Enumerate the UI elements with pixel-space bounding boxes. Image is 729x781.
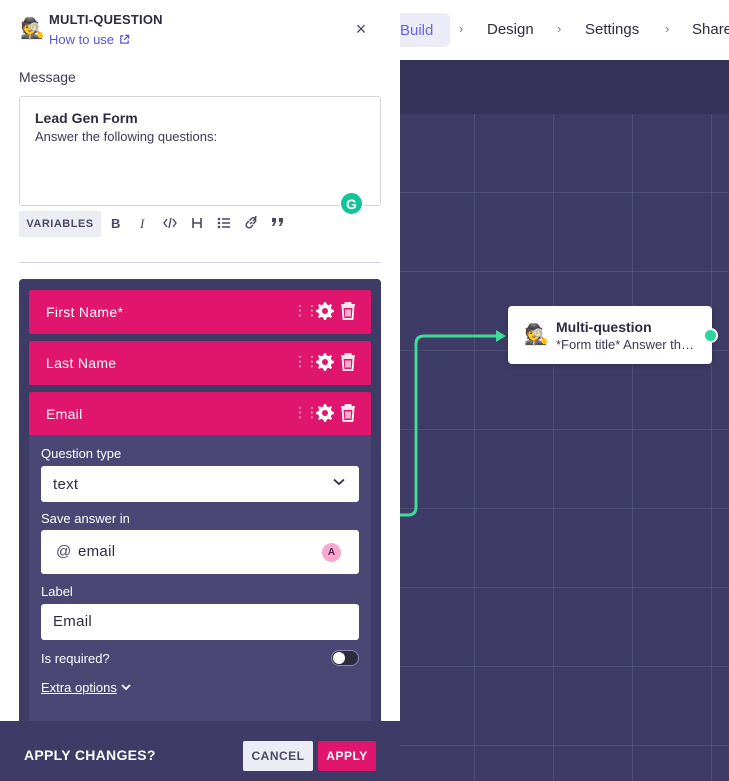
- close-icon[interactable]: ×: [352, 20, 370, 38]
- question-item-selected[interactable]: Email ⋮⋮: [29, 392, 371, 436]
- required-label: Is required?: [41, 651, 110, 666]
- divider: [19, 262, 381, 263]
- save-answer-variable[interactable]: @ email A: [41, 530, 359, 574]
- apply-changes-prompt: APPLY CHANGES?: [24, 747, 156, 763]
- nav-tab-settings[interactable]: Settings: [585, 21, 639, 38]
- question-item[interactable]: Last Name ⋮⋮: [29, 341, 371, 385]
- extra-options-toggle[interactable]: Extra options: [41, 680, 131, 695]
- chevron-down-icon: [333, 478, 345, 486]
- question-type-select[interactable]: text: [41, 466, 359, 502]
- chevron-down-icon: [121, 684, 131, 691]
- external-link-icon: [120, 34, 130, 44]
- label-input[interactable]: Email: [41, 604, 359, 640]
- detective-icon: 🕵: [524, 324, 549, 346]
- question-list: First Name* ⋮⋮ Last Name ⋮⋮ Email ⋮⋮ Que…: [19, 279, 381, 739]
- how-to-use-label: How to use: [49, 32, 115, 47]
- panel-title: MULTI-QUESTION: [49, 12, 163, 27]
- canvas-header: [400, 60, 729, 114]
- required-toggle[interactable]: [331, 650, 359, 666]
- label-field-label: Label: [41, 584, 73, 599]
- node-output-handle[interactable]: [703, 328, 718, 343]
- at-icon: @: [56, 543, 72, 560]
- question-settings: Question type text Save answer in @ emai…: [29, 435, 371, 725]
- drag-handle-icon[interactable]: ⋮⋮: [293, 404, 319, 421]
- question-type-label: Question type: [41, 446, 122, 461]
- editor-title: Lead Gen Form: [35, 110, 138, 126]
- variable-type-badge: A: [322, 543, 341, 562]
- quote-icon[interactable]: [271, 217, 285, 228]
- apply-changes-bar: APPLY CHANGES? CANCEL APPLY: [0, 721, 400, 781]
- nav-separator: ›: [557, 21, 562, 36]
- heading-icon[interactable]: [191, 217, 203, 229]
- variable-name: email: [78, 543, 116, 560]
- bold-icon[interactable]: B: [111, 216, 120, 231]
- question-type-value: text: [53, 476, 79, 493]
- detective-icon: 🕵: [20, 18, 45, 40]
- message-label: Message: [19, 69, 76, 85]
- drag-handle-icon[interactable]: ⋮⋮: [293, 302, 319, 319]
- toggle-knob: [333, 652, 345, 664]
- apply-button[interactable]: APPLY: [318, 741, 376, 771]
- label-input-value: Email: [53, 613, 93, 630]
- nav-tab-design[interactable]: Design: [487, 21, 534, 38]
- list-icon[interactable]: [217, 216, 231, 230]
- variables-button[interactable]: VARIABLES: [19, 211, 101, 237]
- link-icon[interactable]: [244, 216, 258, 230]
- extra-options-label: Extra options: [41, 680, 117, 695]
- nav-tab-share[interactable]: Share: [692, 21, 729, 38]
- trash-icon[interactable]: [340, 353, 356, 371]
- question-label: Email: [46, 406, 83, 422]
- question-label: First Name*: [46, 304, 124, 320]
- editor-body: Answer the following questions:: [35, 129, 218, 144]
- question-label: Last Name: [46, 355, 117, 371]
- grammarly-icon[interactable]: G: [339, 191, 364, 216]
- how-to-use-link[interactable]: How to use: [49, 32, 130, 47]
- panel-header: 🕵 MULTI-QUESTION How to use ×: [0, 0, 400, 60]
- flow-connector: [400, 330, 506, 517]
- italic-icon[interactable]: I: [140, 216, 144, 232]
- message-editor[interactable]: Lead Gen Form Answer the following quest…: [19, 96, 381, 206]
- gear-icon[interactable]: [315, 352, 335, 372]
- question-item[interactable]: First Name* ⋮⋮: [29, 290, 371, 334]
- node-title: Multi-question: [556, 319, 652, 335]
- save-answer-label: Save answer in: [41, 511, 130, 526]
- gear-icon[interactable]: [315, 301, 335, 321]
- code-icon[interactable]: [163, 217, 177, 229]
- trash-icon[interactable]: [340, 404, 356, 422]
- flow-node-multi-question[interactable]: 🕵 Multi-question *Form title* Answer the…: [508, 306, 712, 364]
- trash-icon[interactable]: [340, 302, 356, 320]
- editor-toolbar: VARIABLES: [19, 211, 101, 237]
- node-subtitle: *Form title* Answer the following questi…: [556, 337, 700, 352]
- side-panel: 🕵 MULTI-QUESTION How to use × Message Le…: [0, 0, 400, 781]
- drag-handle-icon[interactable]: ⋮⋮: [293, 353, 319, 370]
- nav-separator: ›: [665, 21, 670, 36]
- gear-icon[interactable]: [315, 403, 335, 423]
- nav-separator: ›: [459, 21, 464, 36]
- cancel-button[interactable]: CANCEL: [243, 741, 313, 771]
